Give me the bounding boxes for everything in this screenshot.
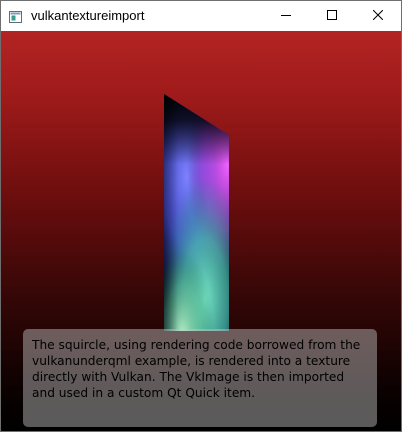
description-box: The squircle, using rendering code borro… bbox=[23, 329, 377, 427]
close-icon bbox=[372, 7, 384, 25]
maximize-icon bbox=[327, 7, 337, 25]
window-title: vulkantextureimport bbox=[31, 8, 145, 23]
minimize-icon bbox=[281, 7, 291, 25]
app-icon bbox=[9, 10, 22, 23]
maximize-button[interactable] bbox=[309, 1, 355, 31]
title-bar[interactable]: vulkantextureimport bbox=[1, 1, 401, 31]
minimize-button[interactable] bbox=[263, 1, 309, 31]
description-text: The squircle, using rendering code borro… bbox=[32, 338, 361, 400]
render-area: The squircle, using rendering code borro… bbox=[1, 31, 401, 431]
app-window: vulkantextureimport The squircle, using … bbox=[0, 0, 402, 432]
close-button[interactable] bbox=[355, 1, 401, 31]
